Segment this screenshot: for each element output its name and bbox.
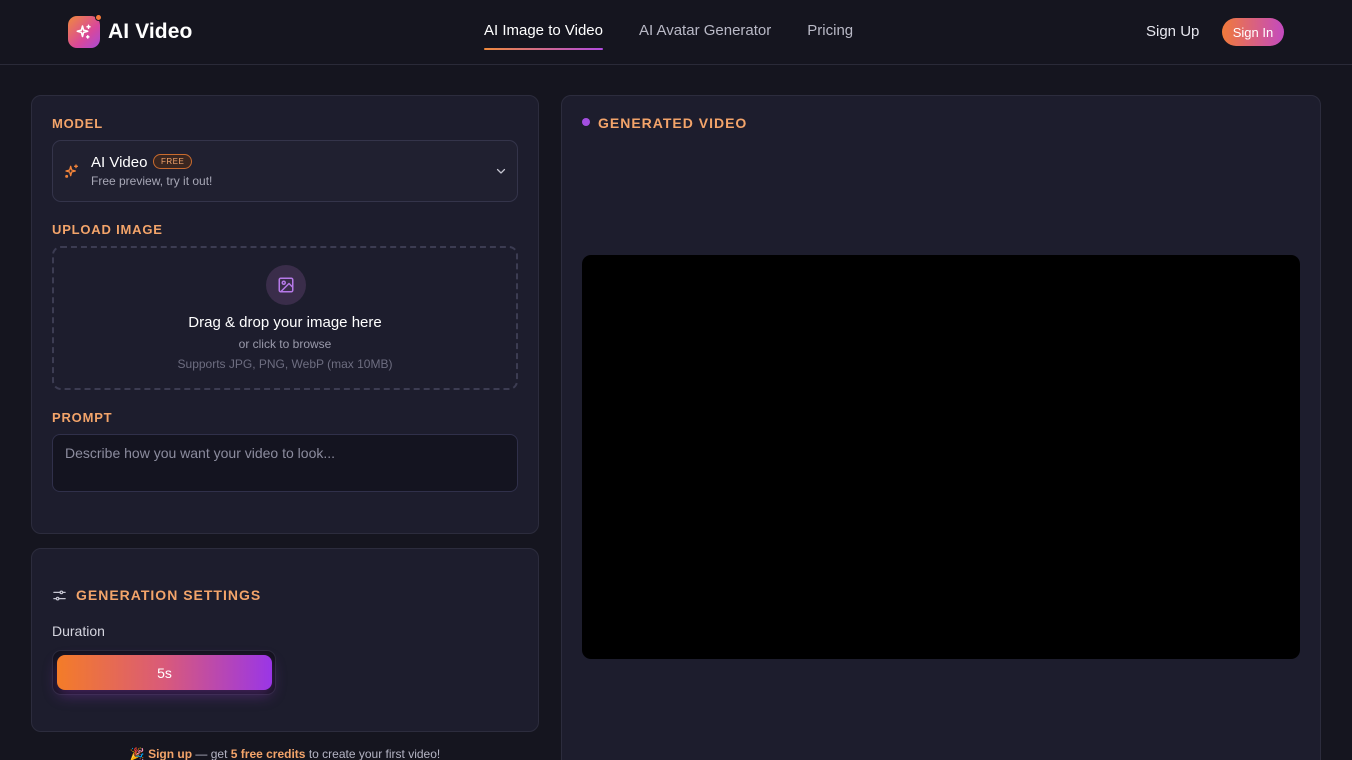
upload-icon-circle: [266, 265, 306, 305]
settings-panel: GENERATION SETTINGS Duration 5s: [31, 548, 539, 732]
dropzone-title: Drag & drop your image here: [188, 314, 382, 331]
generation-settings-title: GENERATION SETTINGS: [76, 587, 262, 603]
prompt-input[interactable]: [52, 434, 518, 492]
sign-up-link[interactable]: Sign Up: [1146, 23, 1199, 40]
status-dot: [582, 118, 590, 126]
top-header: AI Video AI Image to Video AI Avatar Gen…: [0, 0, 1352, 65]
video-player[interactable]: [582, 255, 1300, 659]
output-panel: GENERATED VIDEO: [561, 95, 1321, 760]
upload-image-label: UPLOAD IMAGE: [52, 222, 163, 237]
sparkle-icon: [65, 164, 78, 178]
promo-dash: — get: [192, 747, 231, 760]
model-description: Free preview, try it out!: [91, 174, 213, 188]
brand-name: AI Video: [108, 20, 193, 43]
dropzone-subtitle: or click to browse: [238, 337, 332, 351]
signup-promo: 🎉 Sign up — get 5 free credits to create…: [32, 747, 538, 760]
model-select[interactable]: AI Video FREE Free preview, try it out!: [52, 140, 518, 202]
brand-logo-icon: [68, 14, 102, 48]
promo-credits: 5 free credits: [230, 747, 306, 760]
nav-pricing[interactable]: Pricing: [807, 22, 853, 45]
notification-dot: [95, 14, 102, 21]
promo-rest: to create your first video!: [305, 747, 441, 760]
duration-label: Duration: [52, 623, 105, 639]
party-emoji: 🎉: [129, 747, 145, 760]
image-dropzone[interactable]: Drag & drop your image here or click to …: [52, 246, 518, 390]
generated-video-title: GENERATED VIDEO: [598, 115, 748, 131]
brand-logo[interactable]: AI Video: [68, 14, 193, 48]
main-nav: AI Image to Video AI Avatar Generator Pr…: [484, 22, 889, 50]
duration-5s-button[interactable]: 5s: [57, 655, 272, 690]
free-badge: FREE: [153, 154, 193, 169]
prompt-label: PROMPT: [52, 410, 113, 425]
dropzone-hint: Supports JPG, PNG, WebP (max 10MB): [177, 357, 393, 371]
model-label: MODEL: [52, 116, 103, 131]
sliders-icon: [53, 590, 66, 601]
nav-ai-avatar-generator[interactable]: AI Avatar Generator: [639, 22, 771, 45]
chevron-down-icon: [496, 168, 506, 174]
promo-sign-up-link[interactable]: Sign up: [148, 747, 192, 760]
sign-in-button[interactable]: Sign In: [1222, 18, 1284, 46]
nav-ai-image-to-video[interactable]: AI Image to Video: [484, 22, 603, 50]
model-name: AI Video: [91, 154, 148, 171]
image-icon: [278, 277, 294, 293]
input-panel: MODEL AI Video FREE Free preview, try it…: [31, 95, 539, 534]
duration-selector: 5s: [52, 650, 276, 695]
